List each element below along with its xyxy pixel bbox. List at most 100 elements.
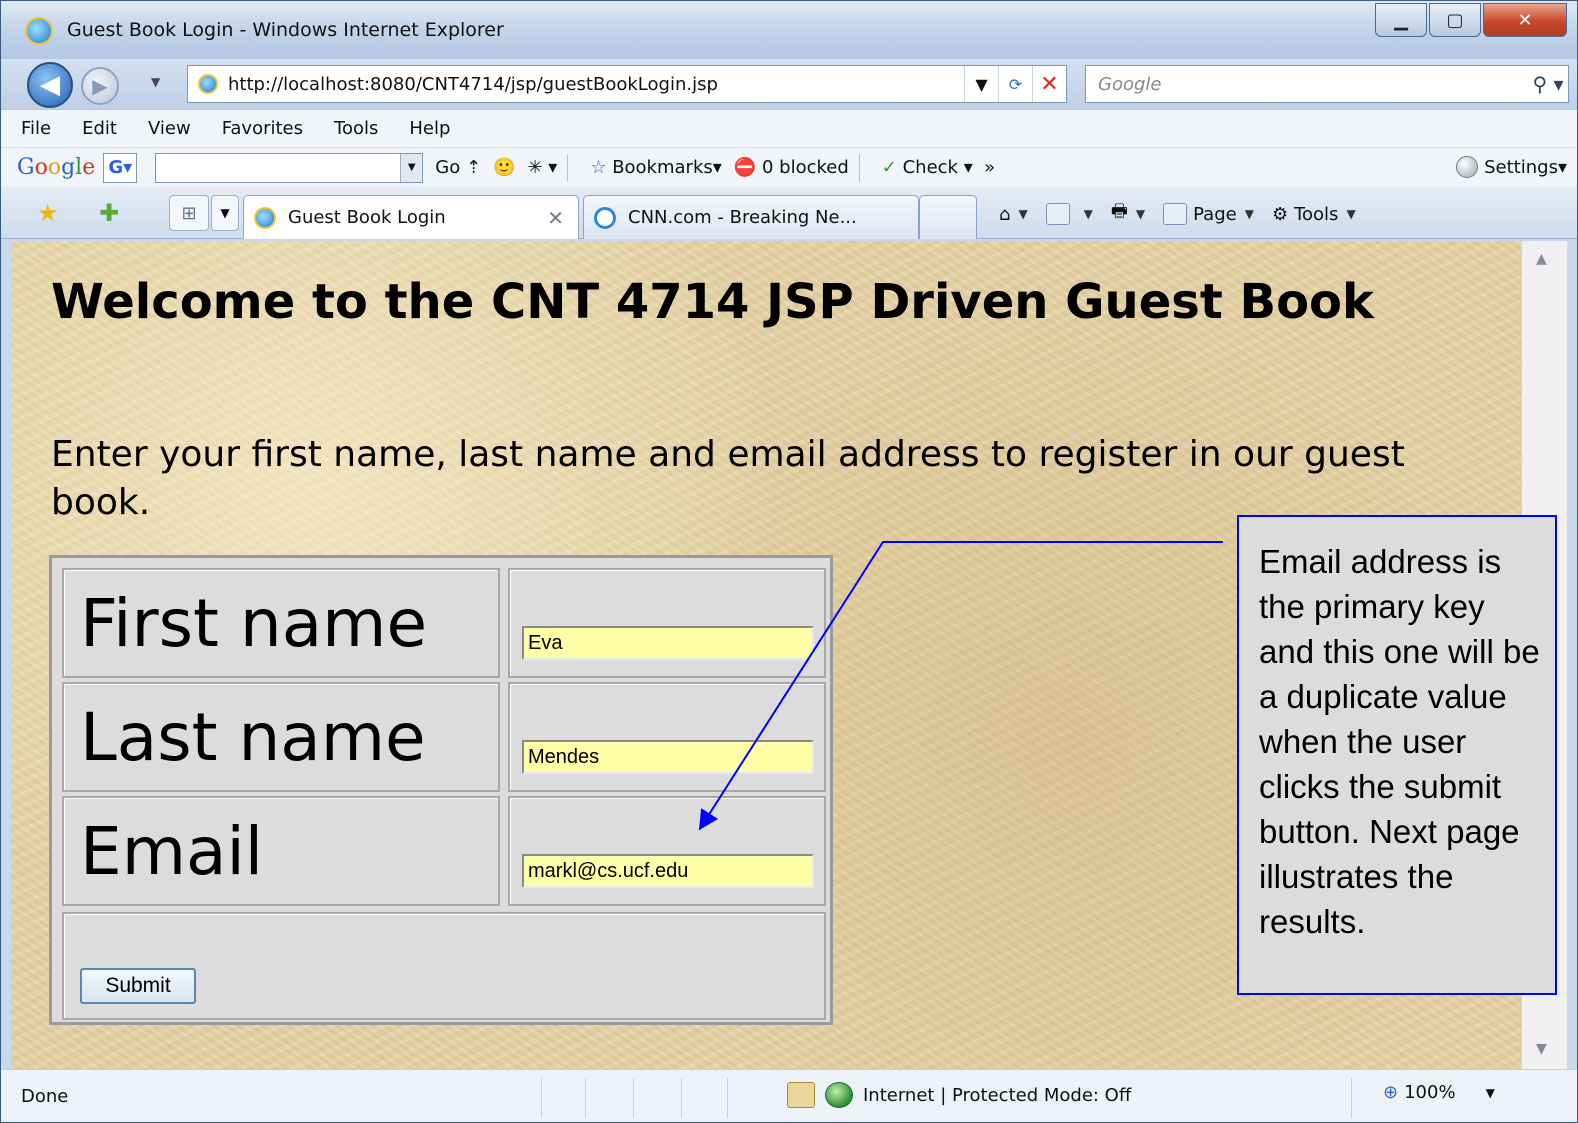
recent-pages-dropdown[interactable]: ▼: [151, 75, 160, 89]
security-zone[interactable]: Internet | Protected Mode: Off: [787, 1082, 1131, 1108]
settings-label: Settings: [1484, 156, 1558, 178]
zoom-level: 100%: [1404, 1082, 1456, 1103]
go-label: Go: [435, 157, 461, 178]
page-menu-button[interactable]: Page ▼: [1163, 203, 1254, 225]
settings-icon: [1456, 156, 1479, 178]
back-button[interactable]: ◀: [27, 62, 73, 108]
google-toolbar: Google G▾ ▼ Go ⇡ 🙂 ✳ ▾ ☆ Bookmarks ▾ ⛔ 0 …: [1, 147, 1577, 187]
search-input[interactable]: Google: [1086, 74, 1528, 95]
popup-blocker-button[interactable]: ⛔ 0 blocked: [734, 157, 849, 178]
menu-tools[interactable]: Tools: [334, 118, 378, 139]
tab-list-dropdown[interactable]: ▼: [211, 195, 239, 231]
submit-button[interactable]: Submit: [80, 968, 196, 1004]
stop-icon[interactable]: ✕: [1032, 66, 1066, 102]
more-label[interactable]: »: [984, 157, 995, 178]
tab-label: CNN.com - Breaking Ne...: [628, 207, 857, 228]
page-intro: Enter your first name, last name and ema…: [51, 434, 1405, 523]
feeds-icon: [1045, 203, 1070, 225]
menu-help[interactable]: Help: [409, 118, 450, 139]
home-button[interactable]: ⌂ ▼: [999, 204, 1028, 225]
toolbar-divider: [858, 153, 860, 182]
internet-zone-icon: [825, 1082, 853, 1108]
address-dropdown-icon[interactable]: ▼: [964, 66, 998, 102]
quick-tabs-icon[interactable]: ⊞: [169, 195, 209, 231]
browser-window: Guest Book Login - Windows Internet Expl…: [0, 0, 1578, 1123]
last-name-cell: Mendes: [508, 682, 826, 792]
close-tab-icon[interactable]: ✕: [547, 206, 564, 230]
favorites-center-icon[interactable]: ★: [37, 199, 59, 227]
address-url[interactable]: http://localhost:8080/CNT4714/jsp/guestB…: [228, 74, 964, 95]
chevron-down-icon[interactable]: ▼: [1486, 1086, 1495, 1100]
tab-bar: ★ ✚ ⊞ ▼ Guest Book Login ✕ CNN.com - Bre…: [1, 187, 1577, 239]
ie-page-icon: [254, 206, 276, 229]
email-label: Email: [62, 796, 500, 906]
first-name-input[interactable]: Eva: [522, 626, 814, 660]
status-divider: [727, 1078, 728, 1118]
google-menu-button[interactable]: G▾: [103, 152, 138, 183]
window-controls: ▁ ▢ ✕: [1373, 3, 1567, 37]
address-bar[interactable]: http://localhost:8080/CNT4714/jsp/guestB…: [187, 65, 1067, 103]
popup-blocker-icon: ⛔: [733, 157, 757, 178]
zone-label: Internet | Protected Mode: Off: [863, 1084, 1132, 1106]
forward-button[interactable]: ▶: [81, 67, 119, 105]
page-menu-label: Page: [1193, 203, 1237, 225]
search-box[interactable]: Google ⚲ ▾: [1085, 65, 1569, 103]
tools-menu-button[interactable]: ⚙ Tools ▼: [1272, 204, 1356, 225]
toolbar-extension-icon[interactable]: ✳ ▾: [527, 157, 557, 178]
close-button[interactable]: ✕: [1483, 3, 1567, 37]
separator-icon: ⇡: [465, 157, 482, 178]
menu-view[interactable]: View: [148, 118, 191, 139]
scroll-up-icon[interactable]: ▲: [1536, 251, 1547, 267]
email-input[interactable]: markl@cs.ucf.edu: [522, 854, 814, 888]
status-divider: [633, 1078, 634, 1118]
status-bar: Done Internet | Protected Mode: Off ⊕ 10…: [1, 1069, 1577, 1122]
scroll-down-icon[interactable]: ▼: [1536, 1041, 1547, 1057]
search-icon[interactable]: ⚲ ▾: [1528, 72, 1568, 96]
google-search-field[interactable]: ▼: [155, 152, 424, 183]
feeds-button[interactable]: ▼: [1045, 203, 1093, 225]
maximize-button[interactable]: ▢: [1429, 3, 1481, 37]
navigation-bar: ◀ ▶ ▼ http://localhost:8080/CNT4714/jsp/…: [1, 59, 1577, 109]
print-icon: 🖶: [1110, 201, 1128, 222]
spellcheck-button[interactable]: ✓ Check ▾ »: [882, 157, 995, 178]
tab-cnn[interactable]: CNN.com - Breaking Ne...: [583, 195, 919, 239]
last-name-input[interactable]: Mendes: [522, 740, 814, 774]
print-button[interactable]: 🖶 ▼: [1111, 199, 1145, 229]
last-name-label: Last name: [62, 682, 500, 792]
refresh-icon[interactable]: ⟳: [998, 66, 1032, 102]
add-favorites-icon[interactable]: ✚: [99, 199, 119, 227]
menu-favorites[interactable]: Favorites: [222, 118, 303, 139]
spellcheck-icon: ✓: [881, 157, 897, 178]
tab-label: Guest Book Login: [288, 207, 446, 228]
chevron-down-icon[interactable]: ▼: [400, 153, 423, 182]
status-divider: [541, 1078, 542, 1118]
minimize-button[interactable]: ▁: [1375, 3, 1427, 37]
tab-guest-book-login[interactable]: Guest Book Login ✕: [243, 195, 579, 239]
menu-edit[interactable]: Edit: [82, 118, 117, 139]
page-icon: [198, 74, 218, 94]
annotation-callout: Email address is the primary key and thi…: [1237, 515, 1557, 995]
submit-cell: Submit: [62, 912, 826, 1020]
zoom-control[interactable]: ⊕ 100% ▼: [1383, 1082, 1495, 1103]
new-tab-button[interactable]: [919, 195, 977, 239]
bookmarks-label: Bookmarks: [612, 157, 713, 178]
zoom-icon: ⊕: [1383, 1082, 1399, 1103]
gear-icon: ⚙: [1271, 203, 1289, 225]
email-cell: markl@cs.ucf.edu: [508, 796, 826, 906]
blocked-label: 0 blocked: [761, 157, 849, 178]
go-button[interactable]: Go ⇡: [435, 157, 481, 178]
menu-bar: File Edit View Favorites Tools Help: [1, 109, 1577, 147]
pagerank-icon[interactable]: 🙂: [493, 157, 515, 178]
bookmarks-button[interactable]: ☆ Bookmarks ▾: [590, 157, 722, 178]
page-icon: [1163, 203, 1188, 225]
home-icon: ⌂: [999, 203, 1011, 225]
first-name-label: First name: [62, 568, 500, 678]
guest-book-form: First name Eva Last name Mendes Email ma…: [49, 555, 833, 1025]
settings-button[interactable]: Settings ▾: [1456, 156, 1567, 178]
status-divider: [681, 1078, 682, 1118]
protected-mode-icon: [787, 1082, 815, 1108]
cnn-page-icon: [594, 206, 616, 229]
command-bar: ⌂ ▼ ▼ 🖶 ▼ Page ▼ ⚙ Tools ▼: [999, 199, 1374, 229]
menu-file[interactable]: File: [21, 118, 51, 139]
page-heading: Welcome to the CNT 4714 JSP Driven Guest…: [51, 274, 1374, 330]
